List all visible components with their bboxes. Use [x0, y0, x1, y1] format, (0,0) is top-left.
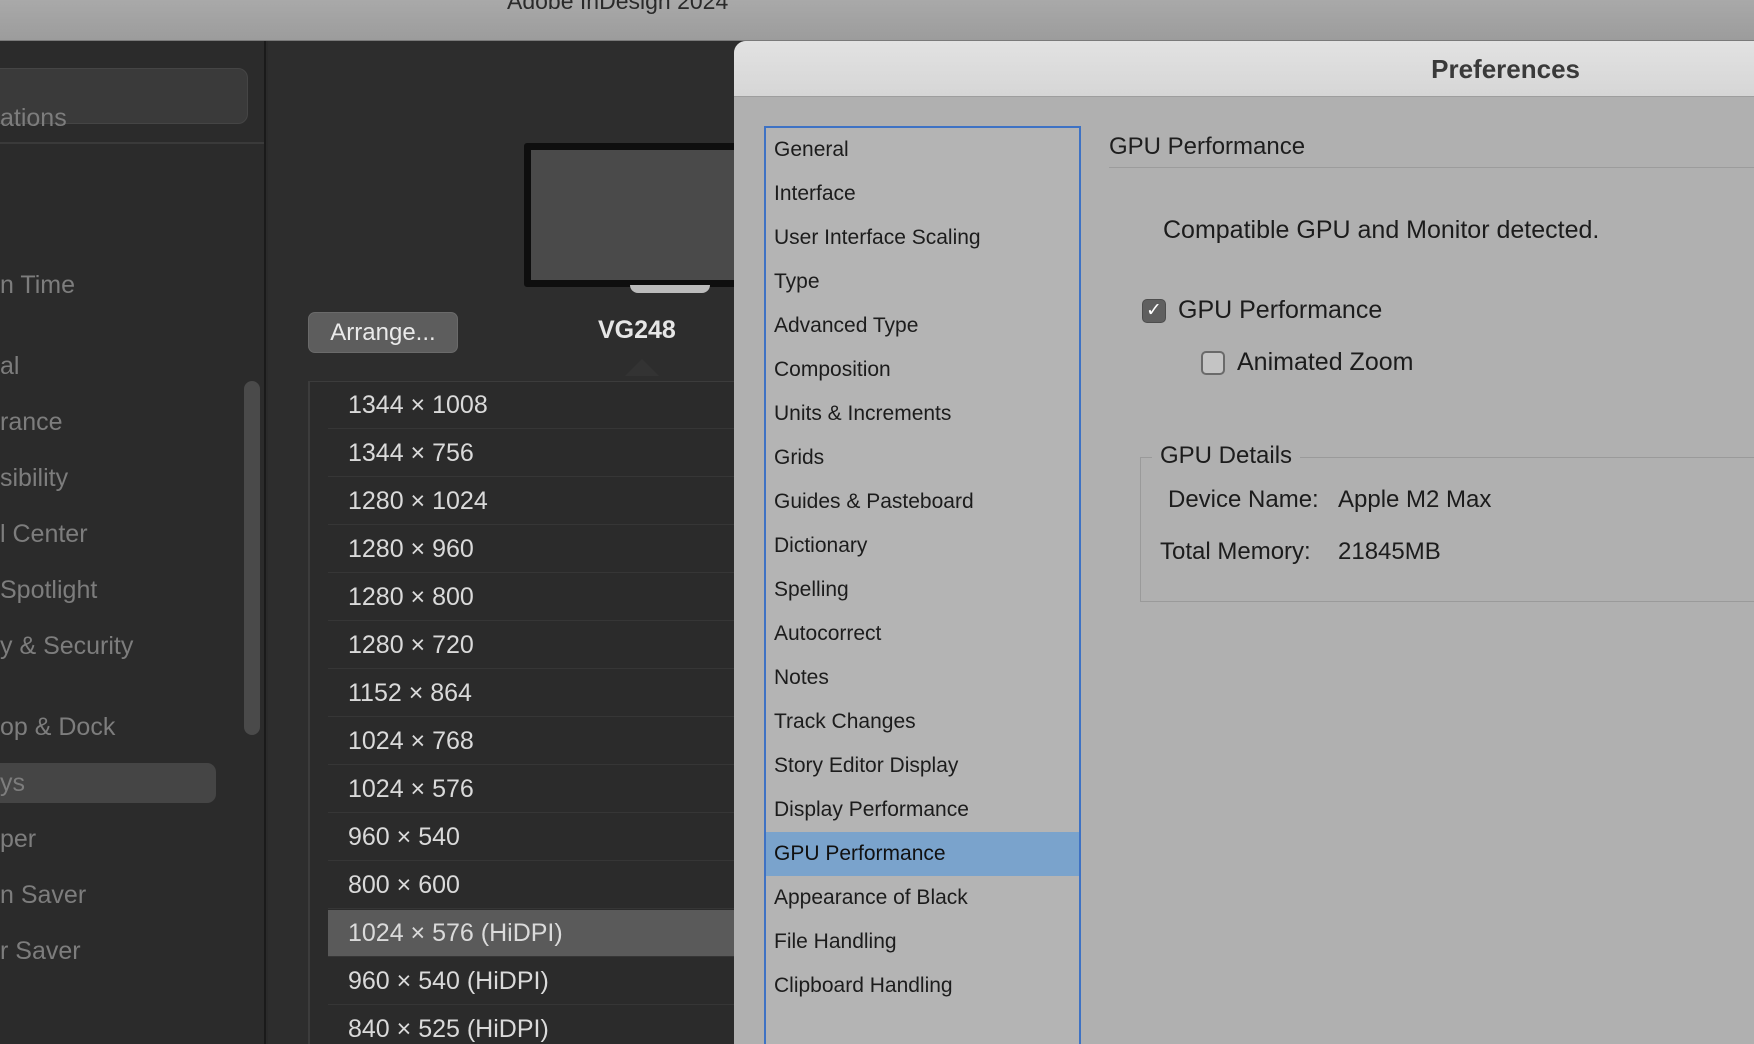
resolution-option[interactable]: 1280 × 720 — [328, 622, 738, 669]
dialog-title: Preferences — [1431, 53, 1580, 84]
preferences-category-item[interactable]: GPU Performance — [766, 832, 1079, 876]
preferences-category-item[interactable]: Type — [766, 260, 1079, 304]
gpu-details-group — [1140, 457, 1754, 602]
preferences-category-item[interactable]: Units & Increments — [766, 392, 1079, 436]
arrange-button[interactable]: Arrange... — [308, 312, 458, 353]
settings-sidebar: ations n Time al rance sibility l Center Spotl… — [0, 41, 266, 1044]
sidebar-divider — [0, 142, 264, 144]
app-title-bar: Adobe InDesign 2024 — [0, 0, 1754, 41]
gpu-details-legend: GPU Details — [1152, 442, 1301, 470]
sidebar-item[interactable]: ys — [0, 763, 216, 803]
resolution-option[interactable]: 1280 × 800 — [328, 574, 738, 621]
preferences-category-item[interactable]: Advanced Type — [766, 304, 1079, 348]
resolution-option[interactable]: 1344 × 756 — [328, 430, 738, 477]
sidebar-item[interactable]: n Time — [0, 265, 75, 305]
display-name: VG248 — [598, 316, 676, 344]
panel-divider — [1109, 167, 1754, 168]
preferences-category-item[interactable]: Clipboard Handling — [766, 964, 1079, 1008]
gpu-performance-option[interactable]: ✓ GPU Performance — [1142, 296, 1382, 325]
total-memory-label: Total Memory: — [1160, 538, 1311, 565]
sidebar-item[interactable]: Spotlight — [0, 570, 97, 610]
resolution-option[interactable]: 960 × 540 (HiDPI) — [328, 958, 738, 1005]
preferences-category-list: General Interface User Interface Scaling Ty… — [764, 126, 1081, 1044]
sidebar-scrollbar[interactable] — [244, 381, 260, 735]
preferences-category-item[interactable]: Grids — [766, 436, 1079, 480]
preferences-category-item[interactable]: Notes — [766, 656, 1079, 700]
preferences-category-item[interactable]: Dictionary — [766, 524, 1079, 568]
sidebar-item[interactable]: y & Security — [0, 626, 133, 666]
preferences-category-item[interactable]: Spelling — [766, 568, 1079, 612]
animated-zoom-option[interactable]: Animated Zoom — [1201, 348, 1413, 377]
resolution-list: 1344 × 1008 1344 × 756 1280 × 1024 1280 × 9… — [308, 381, 738, 1044]
resolution-option[interactable]: 1152 × 864 — [328, 670, 738, 717]
preferences-category-item[interactable]: File Handling — [766, 920, 1079, 964]
monitor-stand — [630, 285, 710, 293]
preferences-category-item[interactable]: Guides & Pasteboard — [766, 480, 1079, 524]
resolution-option[interactable]: 800 × 600 — [328, 862, 738, 909]
dialog-title-bar[interactable]: Preferences — [734, 41, 1754, 97]
preferences-category-item[interactable]: General — [766, 128, 1079, 172]
preferences-category-item[interactable]: Composition — [766, 348, 1079, 392]
sidebar-item[interactable]: per — [0, 819, 36, 859]
preferences-category-item[interactable]: Story Editor Display — [766, 744, 1079, 788]
gpu-status-message: Compatible GPU and Monitor detected. — [1163, 216, 1600, 244]
sidebar-item[interactable]: sibility — [0, 458, 68, 498]
resolution-option[interactable]: 1024 × 576 — [328, 766, 738, 813]
animated-zoom-label: Animated Zoom — [1237, 348, 1414, 376]
app-title: Adobe InDesign 2024 — [507, 0, 729, 14]
sidebar-item[interactable]: l Center — [0, 514, 88, 554]
sidebar-item[interactable]: n Saver — [0, 875, 86, 915]
selection-pointer — [625, 359, 659, 376]
preferences-category-item[interactable]: Display Performance — [766, 788, 1079, 832]
device-name-value: Apple M2 Max — [1338, 486, 1492, 513]
gpu-performance-label: GPU Performance — [1178, 296, 1383, 324]
animated-zoom-checkbox[interactable] — [1201, 350, 1225, 375]
sidebar-item[interactable]: r Saver — [0, 931, 81, 971]
panel-title: GPU Performance — [1109, 133, 1306, 160]
sidebar-item[interactable]: al — [0, 346, 19, 386]
resolution-option[interactable]: 1024 × 576 (HiDPI) — [328, 910, 738, 957]
sidebar-item[interactable]: ations — [0, 98, 67, 138]
resolution-option[interactable]: 840 × 525 (HiDPI) — [328, 1006, 738, 1044]
resolution-option[interactable]: 1280 × 1024 — [328, 478, 738, 525]
sidebar-item[interactable]: rance — [0, 402, 63, 442]
preferences-category-item[interactable]: Autocorrect — [766, 612, 1079, 656]
resolution-option[interactable]: 1280 × 960 — [328, 526, 738, 573]
preferences-category-item[interactable]: Track Changes — [766, 700, 1079, 744]
displays-pane: Arrange... VG248 1344 × 1008 1344 × 756 12… — [268, 41, 804, 1044]
gpu-performance-checkbox[interactable]: ✓ — [1142, 298, 1166, 323]
resolution-option[interactable]: 1344 × 1008 — [328, 382, 738, 429]
preferences-dialog: Preferences General Interface User Interfa… — [734, 41, 1754, 1044]
resolution-option[interactable]: 960 × 540 — [328, 814, 738, 861]
sidebar-item[interactable]: op & Dock — [0, 707, 115, 747]
preferences-category-item[interactable]: Appearance of Black — [766, 876, 1079, 920]
preferences-category-item[interactable]: Interface — [766, 172, 1079, 216]
total-memory-value: 21845MB — [1338, 538, 1441, 565]
preferences-category-item[interactable]: User Interface Scaling — [766, 216, 1079, 260]
resolution-option[interactable]: 1024 × 768 — [328, 718, 738, 765]
device-name-label: Device Name: — [1168, 486, 1319, 513]
